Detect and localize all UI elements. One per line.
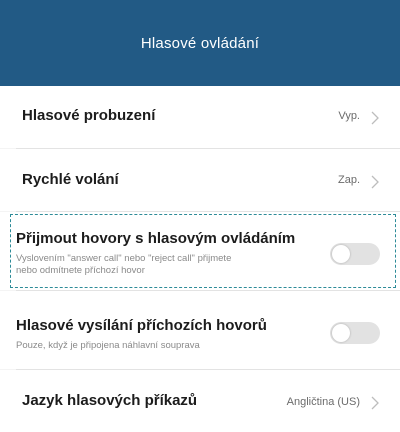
setting-label: Rychlé volání [22, 171, 119, 188]
setting-quick-call[interactable]: Rychlé volání Zap. [0, 149, 400, 211]
setting-value: Angličtina (US) [286, 396, 360, 408]
toggle-knob [332, 245, 350, 263]
toggle-knob [332, 324, 350, 342]
chevron-right-icon [371, 175, 379, 189]
setting-label: Hlasové probuzení [22, 107, 156, 124]
setting-voice-wakeup[interactable]: Hlasové probuzení Vyp. [0, 86, 400, 148]
setting-value: Zap. [337, 174, 360, 186]
announce-calls-toggle[interactable] [330, 322, 380, 344]
setting-label: Hlasové vysílání příchozích hovorů [16, 317, 267, 334]
page-title: Hlasové ovládání [140, 34, 260, 52]
chevron-right-icon [371, 111, 379, 125]
setting-command-language[interactable]: Jazyk hlasových příkazů Angličtina (US) [0, 370, 400, 432]
setting-description: Pouze, když je připojena náhlavní soupra… [16, 340, 200, 351]
answer-calls-toggle[interactable] [330, 243, 380, 265]
setting-answer-calls-voice[interactable]: Přijmout hovory s hlasovým ovládáním Vys… [0, 212, 400, 290]
app-header: Hlasové ovládání [0, 0, 400, 86]
setting-description: Vyslovením "answer call" nebo "reject ca… [16, 253, 232, 264]
setting-announce-calls[interactable]: Hlasové vysílání příchozích hovorů Pouze… [0, 291, 400, 369]
chevron-right-icon [371, 396, 379, 410]
setting-label: Jazyk hlasových příkazů [22, 392, 198, 409]
setting-label: Přijmout hovory s hlasovým ovládáním [16, 230, 296, 247]
setting-description: nebo odmítnete příchozí hovor [16, 265, 145, 276]
setting-value: Vyp. [338, 110, 360, 122]
